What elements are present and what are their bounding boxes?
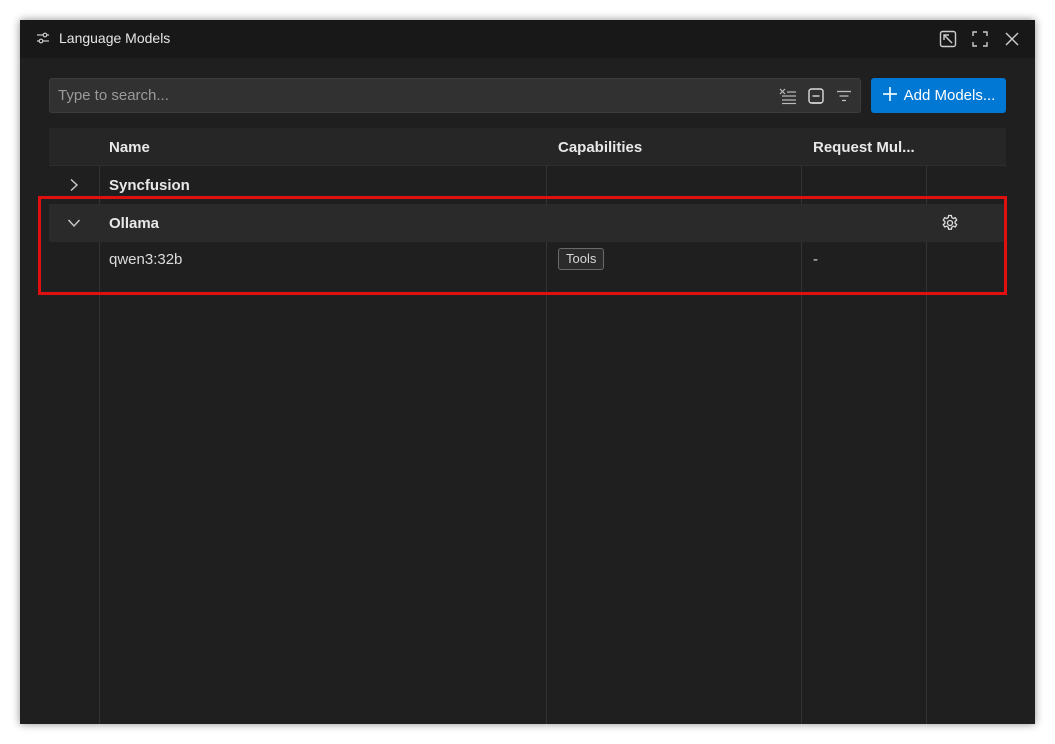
open-in-editor-icon[interactable] [937,28,959,50]
model-row[interactable]: qwen3:32b Tools - [49,242,1006,278]
close-icon[interactable] [1001,28,1023,50]
gear-icon[interactable] [941,214,959,232]
plus-icon [882,84,898,106]
models-table: Name Capabilities Request Mul... Syncfus… [49,128,1006,724]
clear-filter-icon[interactable] [778,86,798,106]
column-header-name[interactable]: Name [109,139,150,156]
provider-name: Syncfusion [109,177,190,194]
window-actions [937,28,1023,50]
search-box [49,78,861,113]
capability-badge: Tools [558,248,605,270]
settings-sliders-icon [36,31,50,45]
provider-row-ollama[interactable]: Ollama [49,204,1006,242]
chevron-down-icon[interactable] [67,216,81,230]
request-multiplier-value: - [813,251,818,268]
provider-name: Ollama [109,215,160,232]
window-title: Language Models [59,30,171,46]
search-tools [778,86,854,106]
title-bar: Language Models [20,20,1035,58]
chevron-right-icon[interactable] [67,178,81,192]
search-input[interactable] [58,79,758,112]
model-name: qwen3:32b [109,251,183,268]
add-models-button[interactable]: Add Models... [871,78,1006,113]
maximize-icon[interactable] [969,28,991,50]
table-header: Name Capabilities Request Mul... [49,128,1006,166]
add-models-label: Add Models... [903,87,996,104]
provider-row-syncfusion[interactable]: Syncfusion [49,166,1006,204]
collapse-all-icon[interactable] [806,86,826,106]
filter-icon[interactable] [834,86,854,106]
column-header-request-multiplier[interactable]: Request Mul... [813,139,915,156]
column-header-capabilities[interactable]: Capabilities [558,139,642,156]
language-models-window: Language Models Type to search... Add Mo… [20,20,1035,724]
